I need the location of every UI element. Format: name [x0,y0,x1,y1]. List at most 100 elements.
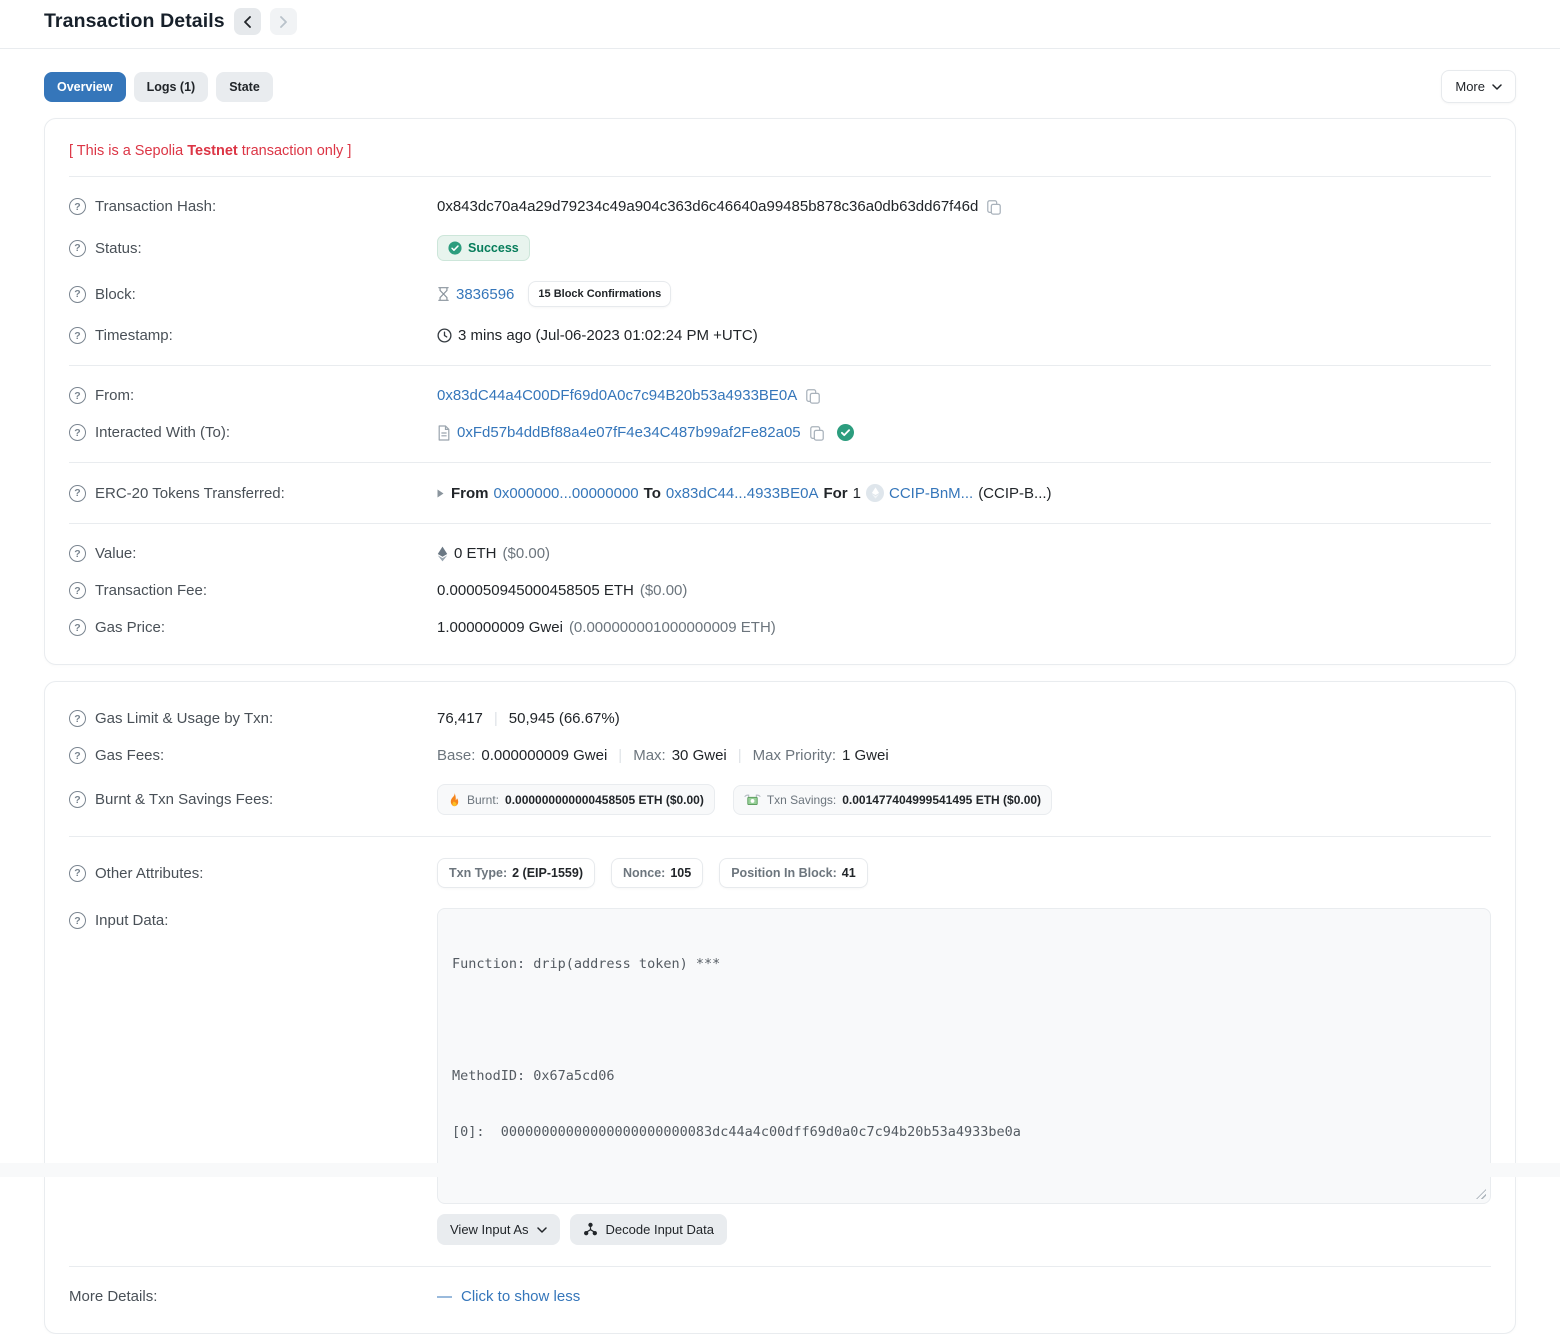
from-label: From: [95,387,134,404]
copy-to-address-button[interactable] [807,425,827,441]
to-address-link[interactable]: 0xFd57b4ddBf88a4e07fF4e34C487b99af2Fe82a… [457,424,801,441]
value-usd: ($0.00) [503,545,551,562]
row-input-data: ? Input Data: Function: drip(address tok… [69,898,1491,1255]
row-burnt-savings: ? Burnt & Txn Savings Fees: Burnt: 0.000… [69,774,1491,825]
row-timestamp: ? Timestamp: 3 mins ago (Jul-06-2023 01:… [69,317,1491,354]
nonce-value: 105 [670,866,691,880]
block-label: Block: [95,286,136,303]
gas-price-label: Gas Price: [95,619,165,636]
erc20-from-address-link[interactable]: 0x000000...00000000 [494,485,639,502]
caret-right-icon[interactable] [437,489,444,498]
txn-type-label: Txn Type: [449,866,507,880]
txn-savings-pill: Txn Savings: 0.001477404999541495 ETH ($… [733,785,1052,815]
help-icon[interactable]: ? [69,912,86,929]
help-icon[interactable]: ? [69,710,86,727]
help-icon[interactable]: ? [69,198,86,215]
nonce-label: Nonce: [623,866,665,880]
fire-icon [448,792,461,807]
resize-handle[interactable] [1476,1189,1486,1199]
tab-logs[interactable]: Logs (1) [134,72,209,102]
max-fee-value: 30 Gwei [672,747,727,764]
gas-price-eth: (0.000000001000000009 ETH) [569,619,776,636]
status-badge: Success [437,235,530,261]
testnet-notice: [ This is a Sepolia Testnet transaction … [69,143,1491,159]
page-title: Transaction Details [44,10,225,33]
next-transaction-button[interactable] [270,8,297,35]
row-interacted-with: ? Interacted With (To): 0xFd57b4ddBf88a4… [69,414,1491,451]
header-divider [0,48,1560,49]
row-erc20-transfers: ? ERC-20 Tokens Transferred: From 0x0000… [69,474,1491,512]
tab-overview[interactable]: Overview [44,72,126,102]
erc20-to-address-link[interactable]: 0x83dC44...4933BE0A [666,485,819,502]
verified-check-icon [837,424,854,441]
help-icon[interactable]: ? [69,747,86,764]
money-wings-icon [744,793,761,807]
view-input-as-label: View Input As [450,1222,529,1237]
gas-limit-usage-label: Gas Limit & Usage by Txn: [95,710,273,727]
chevron-right-icon [279,16,288,28]
erc20-to-word: To [644,485,661,502]
help-icon[interactable]: ? [69,791,86,808]
value-label: Value: [95,545,136,562]
footer-strip [0,1163,1560,1177]
tab-state[interactable]: State [216,72,273,102]
prev-transaction-button[interactable] [234,8,261,35]
help-icon[interactable]: ? [69,619,86,636]
help-icon[interactable]: ? [69,286,86,303]
burnt-savings-label: Burnt & Txn Savings Fees: [95,791,273,808]
show-less-link[interactable]: — Click to show less [437,1288,580,1305]
help-icon[interactable]: ? [69,424,86,441]
erc20-token-symbol: (CCIP-B...) [978,485,1051,502]
erc20-token-link[interactable]: CCIP-BnM... [889,485,973,502]
overview-card: [ This is a Sepolia Testnet transaction … [44,118,1516,665]
help-icon[interactable]: ? [69,582,86,599]
chevron-down-icon [537,1227,547,1233]
help-icon[interactable]: ? [69,545,86,562]
more-dropdown-label: More [1455,79,1485,94]
nonce-badge: Nonce: 105 [611,858,703,888]
row-status: ? Status: Success [69,225,1491,271]
copy-icon [986,199,1002,215]
input-data-box[interactable]: Function: drip(address token) *** Method… [437,908,1491,1204]
help-icon[interactable]: ? [69,327,86,344]
more-details-label: More Details: [69,1288,157,1305]
help-icon[interactable]: ? [69,865,86,882]
help-icon[interactable]: ? [69,240,86,257]
clock-icon [437,328,452,343]
help-icon[interactable]: ? [69,387,86,404]
row-gas-fees: ? Gas Fees: Base: 0.000000009 Gwei | Max… [69,737,1491,774]
txn-savings-tag: Txn Savings: [767,793,836,807]
erc20-for-word: For [823,485,847,502]
help-icon[interactable]: ? [69,485,86,502]
more-dropdown-button[interactable]: More [1441,70,1516,103]
chevron-down-icon [1492,84,1502,90]
block-confirmations-badge: 15 Block Confirmations [528,281,671,307]
block-number-link[interactable]: 3836596 [456,286,514,303]
erc20-transfers-label: ERC-20 Tokens Transferred: [95,485,285,502]
txn-type-badge: Txn Type: 2 (EIP-1559) [437,858,595,888]
transaction-hash-label: Transaction Hash: [95,198,216,215]
minus-icon: — [437,1288,452,1305]
show-less-label: Click to show less [461,1288,580,1305]
from-address-link[interactable]: 0x83dC44a4C00DFf69d0A0c7c94B20b53a4933BE… [437,387,797,404]
interacted-with-label: Interacted With (To): [95,424,230,441]
gas-usage-value: 50,945 (66.67%) [509,710,620,727]
gas-price-value: 1.000000009 Gwei [437,619,563,636]
chevron-left-icon [243,16,252,28]
burnt-tag: Burnt: [467,793,499,807]
base-fee-label: Base: [437,747,475,764]
decode-input-data-button[interactable]: Decode Input Data [570,1214,727,1245]
copy-hash-button[interactable] [984,199,1004,215]
txn-savings-value: 0.001477404999541495 ETH ($0.00) [842,793,1041,807]
erc20-amount: 1 [853,485,861,502]
txn-type-value: 2 (EIP-1559) [512,866,583,880]
copy-icon [805,388,821,404]
row-from: ? From: 0x83dC44a4C00DFf69d0A0c7c94B20b5… [69,377,1491,414]
transaction-fee-usd: ($0.00) [640,582,688,599]
burnt-value: 0.000000000000458505 ETH ($0.00) [505,793,704,807]
timestamp-label: Timestamp: [95,327,173,344]
row-more-details: More Details: — Click to show less [69,1278,1491,1315]
position-label: Position In Block: [731,866,837,880]
copy-from-address-button[interactable] [803,388,823,404]
view-input-as-button[interactable]: View Input As [437,1214,560,1245]
